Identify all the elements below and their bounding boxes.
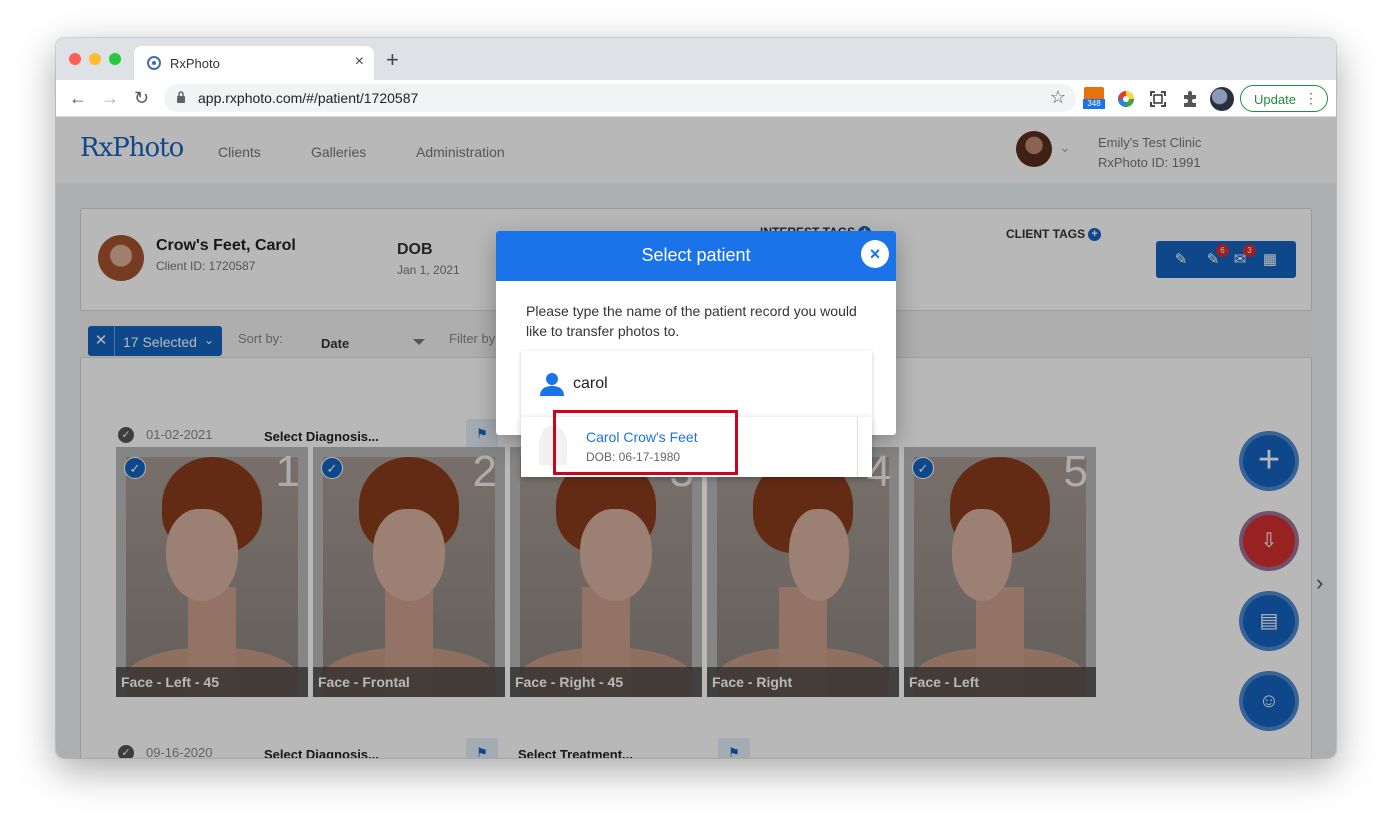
lock-icon xyxy=(177,91,185,103)
person-icon xyxy=(540,373,564,396)
update-label: Update xyxy=(1254,92,1296,107)
rxphoto-favicon-icon xyxy=(147,56,161,70)
tab-strip: RxPhoto × + xyxy=(56,38,1336,80)
browser-window: RxPhoto × + ← → ↻ app.rxphoto.com/#/pati… xyxy=(56,38,1336,758)
highlight-box xyxy=(553,410,738,475)
minimize-window-icon[interactable] xyxy=(89,53,101,65)
extension-badge: 348 xyxy=(1083,99,1105,109)
tab-close-icon[interactable]: × xyxy=(355,53,364,71)
profile-avatar-icon[interactable] xyxy=(1210,87,1234,111)
update-button[interactable]: Update ⋮ xyxy=(1240,85,1328,112)
color-wheel-icon[interactable] xyxy=(1116,89,1136,109)
browser-menu-icon[interactable]: ⋮ xyxy=(1304,90,1318,107)
puzzle-extensions-icon[interactable] xyxy=(1180,89,1200,109)
new-tab-button[interactable]: + xyxy=(386,49,399,71)
dropdown-scrollbar[interactable] xyxy=(857,417,858,477)
back-icon[interactable]: ← xyxy=(69,88,87,109)
patient-search-input[interactable] xyxy=(573,373,853,395)
modal-close-icon[interactable]: × xyxy=(861,240,889,268)
browser-tab[interactable]: RxPhoto × xyxy=(134,46,374,80)
modal-header: Select patient × xyxy=(496,231,896,281)
screenshot-icon[interactable] xyxy=(1148,89,1168,109)
address-bar[interactable]: app.rxphoto.com/#/patient/1720587 ☆ xyxy=(164,84,1076,112)
url-text: app.rxphoto.com/#/patient/1720587 xyxy=(198,90,419,106)
patient-search-box xyxy=(521,351,872,417)
bookmark-star-icon[interactable]: ☆ xyxy=(1050,87,1066,108)
page-content: RxPhoto Clients Galleries Administration… xyxy=(56,117,1336,758)
reload-icon[interactable]: ↻ xyxy=(134,88,149,109)
tab-title: RxPhoto xyxy=(170,56,220,71)
modal-title: Select patient xyxy=(641,245,751,265)
maximize-window-icon[interactable] xyxy=(109,53,121,65)
extension-icon[interactable]: 348 xyxy=(1083,87,1105,109)
modal-instructions: Please type the name of the patient reco… xyxy=(526,303,857,339)
browser-toolbar: ← → ↻ app.rxphoto.com/#/patient/1720587 … xyxy=(56,80,1336,117)
close-window-icon[interactable] xyxy=(69,53,81,65)
forward-icon[interactable]: → xyxy=(101,88,119,109)
